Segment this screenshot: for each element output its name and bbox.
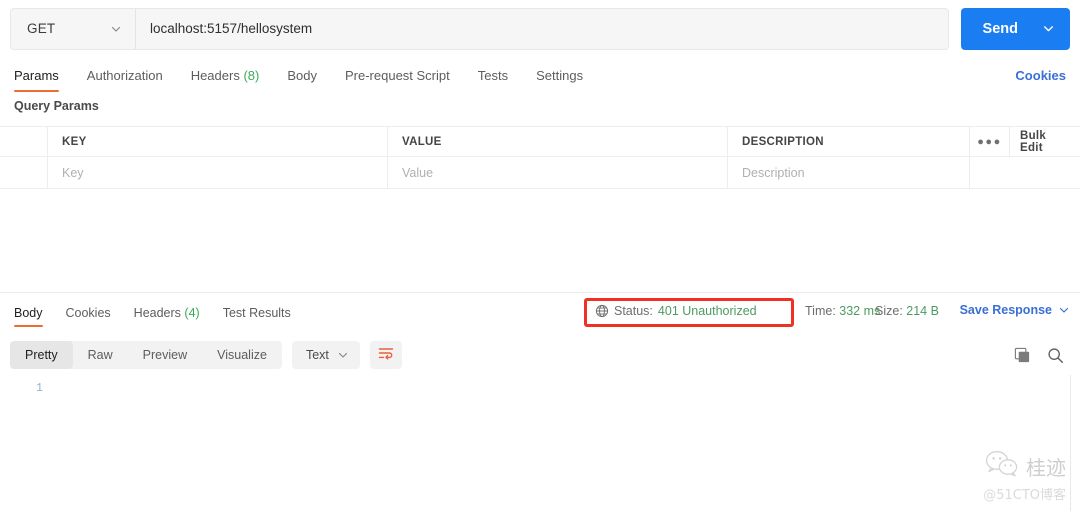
response-tab-label: Test Results xyxy=(222,306,291,320)
tab-label: Pre-request Script xyxy=(344,68,450,83)
globe-icon xyxy=(595,304,609,318)
response-tab-headers[interactable]: Headers (4) xyxy=(134,306,200,327)
status-label: Status: xyxy=(614,304,653,318)
format-preview-button[interactable]: Preview xyxy=(128,341,202,369)
tab-label: Settings xyxy=(536,68,584,83)
tab-label: Headers xyxy=(190,68,240,83)
response-body-actions xyxy=(1014,347,1070,364)
response-size: Size: 214 B xyxy=(875,304,939,318)
response-pane-divider xyxy=(0,292,1080,293)
response-tab-cookies[interactable]: Cookies xyxy=(66,306,111,327)
format-pretty-button[interactable]: Pretty xyxy=(10,341,73,369)
row-checkbox-cell[interactable] xyxy=(0,157,48,188)
http-method-select[interactable]: GET xyxy=(11,8,136,49)
tab-authorization[interactable]: Authorization xyxy=(87,68,163,92)
response-time: Time: 332 ms xyxy=(805,304,880,318)
send-button[interactable]: Send xyxy=(961,8,1036,50)
response-body-editor[interactable]: 1 xyxy=(0,375,1080,511)
param-key-input[interactable]: Key xyxy=(48,157,388,188)
format-visualize-button[interactable]: Visualize xyxy=(202,341,282,369)
tab-count-badge: (8) xyxy=(243,68,260,83)
header-value: VALUE xyxy=(388,127,728,156)
url-combo: GET xyxy=(10,7,949,50)
row-spacer xyxy=(970,157,1010,188)
response-tab-label: Headers xyxy=(133,306,181,320)
word-wrap-icon xyxy=(378,346,394,365)
word-wrap-button[interactable] xyxy=(369,341,402,369)
tab-label: Authorization xyxy=(86,68,163,83)
response-tab-label: Cookies xyxy=(65,306,111,320)
chevron-down-icon xyxy=(337,349,349,361)
row-spacer-2 xyxy=(1010,157,1080,188)
content-type-select[interactable]: Text xyxy=(291,341,360,369)
status-badge: 401 Unauthorized xyxy=(657,304,757,318)
response-format-segmented-control: Pretty Raw Preview Visualize xyxy=(10,341,282,369)
chevron-down-icon xyxy=(1042,22,1055,35)
tab-tests[interactable]: Tests xyxy=(478,68,508,92)
format-raw-button[interactable]: Raw xyxy=(73,341,128,369)
response-format-toolbar: Pretty Raw Preview Visualize Text xyxy=(0,338,1080,372)
editor-right-rule xyxy=(1070,375,1071,511)
save-response-label: Save Response xyxy=(959,303,1052,317)
tab-body[interactable]: Body xyxy=(287,68,317,92)
postman-app-window: GET Send Params Authorization Headers xyxy=(0,0,1080,511)
bulk-edit-button[interactable]: Bulk Edit xyxy=(1010,127,1080,156)
save-response-button[interactable]: Save Response xyxy=(960,303,1070,317)
tab-label: Tests xyxy=(477,68,509,83)
line-number: 1 xyxy=(36,382,43,395)
cookies-link[interactable]: Cookies xyxy=(1015,68,1066,92)
tab-label: Body xyxy=(287,68,317,83)
copy-icon[interactable] xyxy=(1014,347,1031,364)
http-method-label: GET xyxy=(27,21,56,36)
request-url-bar: GET Send xyxy=(0,0,1080,57)
content-type-label: Text xyxy=(305,348,329,362)
chevron-down-icon xyxy=(1058,304,1070,316)
query-params-table: KEY VALUE DESCRIPTION ●●● Bulk Edit Key … xyxy=(0,126,1080,189)
tab-settings[interactable]: Settings xyxy=(536,68,583,92)
response-status-group[interactable]: Status: 401 Unauthorized xyxy=(595,304,757,318)
response-tab-test-results[interactable]: Test Results xyxy=(223,306,291,327)
param-description-input[interactable]: Description xyxy=(728,157,970,188)
response-tab-label: Body xyxy=(14,306,43,320)
tab-pre-request-script[interactable]: Pre-request Script xyxy=(345,68,450,92)
size-label: Size: xyxy=(875,304,903,318)
response-tab-count-badge: (4) xyxy=(184,306,200,320)
header-description: DESCRIPTION xyxy=(728,127,970,156)
tab-params[interactable]: Params xyxy=(14,68,59,92)
param-value-input[interactable]: Value xyxy=(388,157,728,188)
table-row[interactable]: Key Value Description xyxy=(0,157,1080,189)
send-button-group: Send xyxy=(960,7,1070,50)
tab-headers[interactable]: Headers (8) xyxy=(191,68,260,92)
header-checkbox-cell xyxy=(0,127,48,156)
table-header-row: KEY VALUE DESCRIPTION ●●● Bulk Edit xyxy=(0,126,1080,157)
time-label: Time: xyxy=(805,304,836,318)
send-options-button[interactable] xyxy=(1036,8,1070,50)
header-key: KEY xyxy=(48,127,388,156)
search-icon[interactable] xyxy=(1047,347,1064,364)
size-value: 214 B xyxy=(906,304,939,318)
request-tab-bar: Params Authorization Headers (8) Body Pr… xyxy=(0,57,1080,92)
chevron-down-icon xyxy=(110,23,122,35)
request-url-input[interactable] xyxy=(136,8,948,49)
response-tab-body[interactable]: Body xyxy=(14,306,43,327)
tab-label: Params xyxy=(14,68,59,83)
ellipsis-icon: ●●● xyxy=(977,135,1002,148)
table-options-button[interactable]: ●●● xyxy=(970,127,1010,156)
query-params-title: Query Params xyxy=(14,99,99,113)
